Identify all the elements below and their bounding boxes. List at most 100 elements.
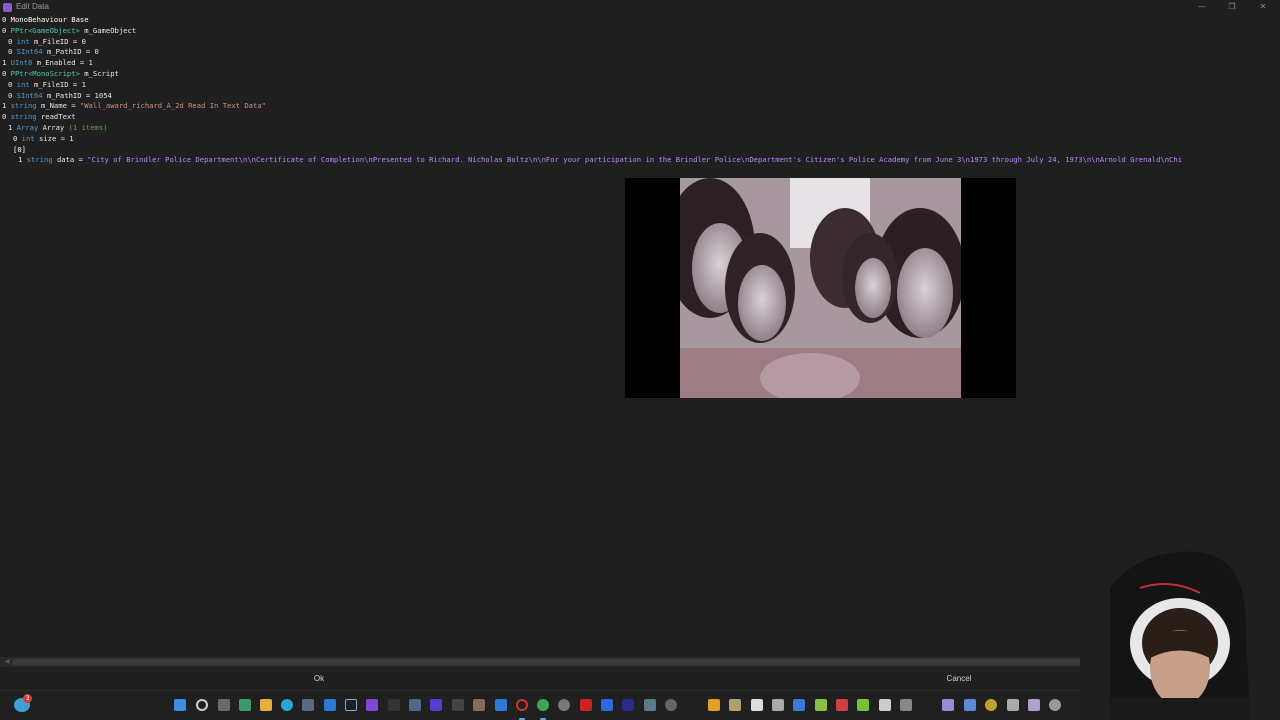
row-equals: = (71, 101, 76, 111)
app-icon[interactable] (729, 699, 741, 711)
close-button[interactable]: ✕ (1256, 1, 1270, 13)
row-equals: = (78, 155, 83, 165)
search-icon[interactable] (196, 699, 208, 711)
app-icon[interactable] (388, 699, 400, 711)
maximize-button[interactable]: ❐ (1225, 1, 1239, 13)
start-icon[interactable] (174, 699, 186, 711)
edge-icon[interactable] (281, 699, 293, 711)
notification-badge: 3 (23, 694, 32, 703)
tree-row-size[interactable]: 0 int size = 1 (0, 134, 1280, 145)
video-frame (680, 178, 961, 398)
row-value: = 1 (60, 133, 74, 143)
row-type: int (16, 79, 30, 89)
row-type: Array (16, 122, 39, 132)
app-icon[interactable] (366, 699, 378, 711)
app-icon[interactable] (558, 699, 570, 711)
app-icon[interactable] (601, 699, 613, 711)
tree-row[interactable]: 0 int m_FileID = 1 (0, 80, 1280, 91)
minimize-button[interactable]: — (1195, 1, 1209, 13)
app-icon[interactable] (580, 699, 592, 711)
video-overlay (625, 178, 1016, 398)
app-icon[interactable] (409, 699, 421, 711)
app-icon[interactable] (836, 699, 848, 711)
row-index: 0 (8, 47, 13, 57)
app-icon[interactable] (1049, 699, 1061, 711)
row-index: 0 (2, 112, 7, 122)
obs-icon[interactable] (516, 699, 528, 711)
file-explorer-icon[interactable] (260, 699, 272, 711)
steam-icon[interactable] (345, 699, 357, 711)
app-icon[interactable] (964, 699, 976, 711)
app-icon[interactable] (793, 699, 805, 711)
app-icon[interactable] (644, 699, 656, 711)
app-icon[interactable] (452, 699, 464, 711)
tree-row[interactable]: 0 SInt64 m_PathID = 1054 (0, 91, 1280, 102)
task-view-icon[interactable] (218, 699, 230, 711)
app-icon[interactable] (430, 699, 442, 711)
row-value: = 1054 (85, 90, 112, 100)
app-icon[interactable] (751, 699, 763, 711)
row-type: SInt64 (16, 90, 43, 100)
app-icon[interactable] (1007, 699, 1019, 711)
cancel-button[interactable]: Cancel (936, 672, 982, 685)
widgets-icon[interactable] (239, 699, 251, 711)
row-field: m_GameObject (84, 25, 137, 35)
app-icon[interactable] (708, 699, 720, 711)
app-icon[interactable] (900, 699, 912, 711)
row-index: 0 (13, 133, 18, 143)
store-icon[interactable] (302, 699, 314, 711)
row-field: readText (40, 112, 76, 122)
row-field: m_Script (84, 68, 119, 78)
row-index: 1 (2, 101, 7, 111)
tree-row-array[interactable]: 1 Array Array (1 items) (0, 123, 1280, 134)
row-field: m_FileID (33, 36, 69, 46)
row-type: int (16, 36, 30, 46)
row-index: 1 (18, 155, 23, 165)
scroll-left-icon[interactable]: ◀ (2, 657, 12, 667)
data-tree[interactable]: 0 MonoBehaviour Base 0 PPtr<GameObject> … (0, 15, 1280, 175)
row-type: SInt64 (16, 47, 43, 57)
outlook-icon[interactable] (324, 699, 336, 711)
tree-row[interactable]: 0 SInt64 m_PathID = 0 (0, 47, 1280, 58)
app-icon[interactable] (815, 699, 827, 711)
webcam-image (1080, 548, 1280, 720)
tree-row[interactable]: 1 UInt8 m_Enabled = 1 (0, 58, 1280, 69)
root-label: 0 MonoBehaviour Base (2, 15, 89, 24)
app-icon[interactable] (473, 699, 485, 711)
webcam-overlay (1080, 548, 1280, 720)
row-type: string (10, 101, 37, 111)
title-bar: Edit Data — ❐ ✕ (0, 0, 1280, 15)
tree-root[interactable]: 0 MonoBehaviour Base (0, 15, 1280, 26)
app-icon[interactable] (879, 699, 891, 711)
app-icon[interactable] (1028, 699, 1040, 711)
app-icon[interactable] (622, 699, 634, 711)
chrome-icon[interactable] (537, 699, 549, 711)
app-icon[interactable] (772, 699, 784, 711)
row-type: string (26, 155, 53, 165)
tree-row[interactable]: 0 int m_FileID = 0 (0, 37, 1280, 48)
app-icon[interactable] (942, 699, 954, 711)
row-item-count: (1 items) (68, 122, 108, 132)
tree-row[interactable]: 0 PPtr<MonoScript> m_Script (0, 69, 1280, 80)
row-type: UInt8 (10, 58, 33, 68)
tree-row[interactable]: 0 PPtr<GameObject> m_GameObject (0, 26, 1280, 37)
video-image (680, 178, 961, 398)
tree-row-index[interactable]: [0] (0, 145, 1280, 156)
row-type: string (10, 112, 37, 122)
app-icon[interactable] (985, 699, 997, 711)
row-field: m_Enabled (36, 58, 76, 68)
row-index: 0 (2, 25, 7, 35)
row-field: m_PathID (46, 47, 82, 57)
ok-button[interactable]: Ok (300, 672, 338, 685)
app-icon[interactable] (665, 699, 677, 711)
row-index: 0 (2, 68, 7, 78)
tree-row-readtext[interactable]: 0 string readText (0, 112, 1280, 123)
row-field: size (38, 133, 57, 143)
app-icon[interactable] (857, 699, 869, 711)
row-value: = 1 (72, 79, 86, 89)
row-index: 0 (8, 90, 13, 100)
row-index: 1 (8, 122, 13, 132)
tree-row-data[interactable]: 1 string data = "City of Brindler Police… (0, 155, 1280, 166)
vscode-icon[interactable] (495, 699, 507, 711)
tree-row-name[interactable]: 1 string m_Name = "Wall_award_richard_A_… (0, 101, 1280, 112)
